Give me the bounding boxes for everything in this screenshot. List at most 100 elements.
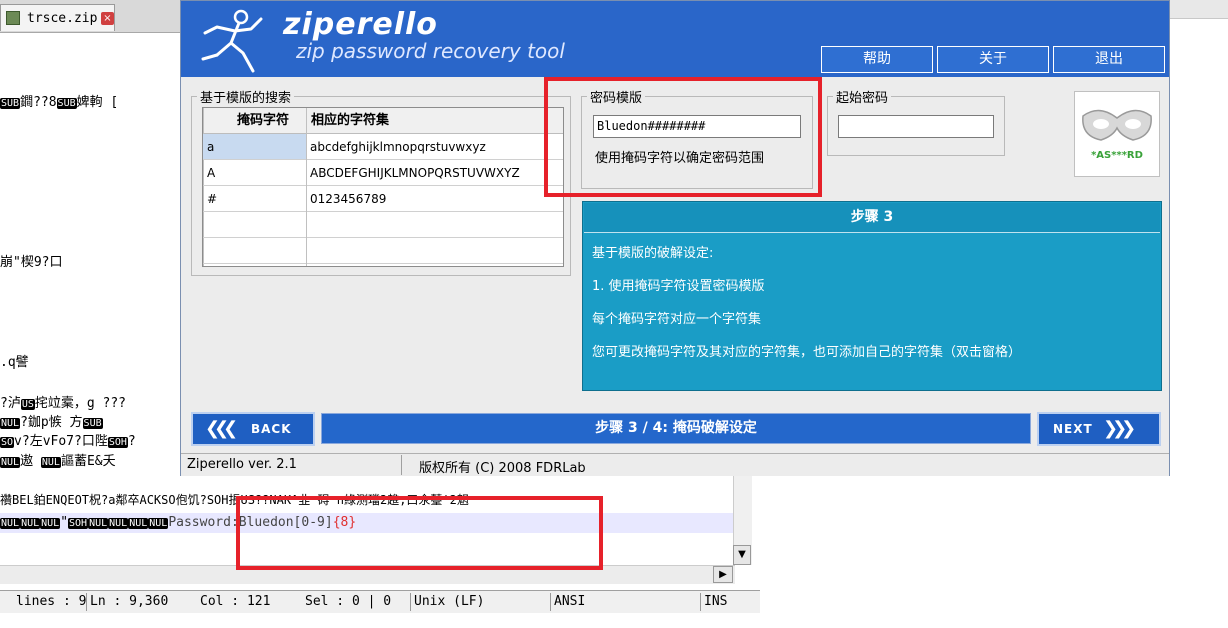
status-divider — [700, 593, 701, 611]
app-version: Ziperello ver. 2.1 — [187, 457, 297, 472]
step-line: 基于模版的破解设定: — [592, 246, 714, 261]
file-icon — [6, 11, 20, 25]
editor-status-bar: lines : 9 Ln : 9,360 Col : 121 Sel : 0 |… — [0, 590, 760, 613]
file-tab-label: trsce.zip — [27, 11, 98, 26]
status-eol: Unix (LF) — [414, 594, 485, 609]
status-selection: Sel : 0 | 0 — [305, 594, 392, 609]
control-char: NUL — [128, 518, 149, 529]
scroll-down-icon[interactable]: ▼ — [733, 545, 751, 565]
back-label: BACK — [251, 422, 292, 436]
background-window-bar — [1170, 0, 1228, 19]
status-divider — [550, 593, 551, 611]
line-text: v?左vFo7?口陛 — [14, 434, 108, 449]
template-search-label: 基于模版的搜索 — [197, 87, 295, 106]
table-cell-charset[interactable]: abcdefghijklmnopqrstuvwxyz — [307, 134, 563, 160]
help-button[interactable]: 帮助 — [821, 46, 933, 73]
control-char: NUL — [40, 518, 61, 529]
status-divider — [401, 455, 402, 475]
status-divider — [86, 593, 87, 611]
status-column: Col : 121 — [200, 594, 271, 609]
highlight-box-template — [544, 77, 822, 197]
column-header-mask[interactable]: 掩码字符 — [221, 108, 305, 133]
line-text: 婢軥 [ — [76, 95, 119, 110]
start-password-label: 起始密码 — [833, 87, 892, 106]
editor-line: NUL遨 NUL謳蓄E&夭 — [0, 453, 116, 471]
control-char: US — [20, 399, 35, 410]
control-char: NUL — [108, 518, 129, 529]
mask-badge: *AS***RD — [1074, 91, 1160, 177]
scroll-right-icon[interactable]: ▶ — [713, 566, 733, 583]
editor-line: SOv?左vFo7?口陛SOH? — [0, 433, 136, 451]
table-cell-mask[interactable]: A — [203, 160, 306, 186]
column-header-charset[interactable]: 相应的字符集 — [309, 108, 561, 133]
control-char: SUB — [56, 98, 77, 109]
background-window — [1170, 0, 1228, 628]
line-text: 鐧??8 — [20, 95, 57, 110]
status-lines: lines : 9 — [16, 594, 87, 609]
step-line: 每个掩码字符对应一个字符集 — [592, 312, 762, 327]
editor-line: NUL?鉫p愱 方SUB — [0, 414, 103, 432]
file-tab[interactable]: trsce.zip × — [0, 4, 115, 31]
control-char: NUL — [40, 457, 61, 468]
editor-line: SUB鐧??8SUB婢軥 [ — [0, 94, 118, 112]
step-line: 1. 使用掩码字符设置密码模版 — [592, 279, 765, 294]
control-char: NUL — [88, 518, 109, 529]
table-cell-charset[interactable]: 0123456789 — [307, 186, 563, 212]
mask-icon — [1082, 109, 1152, 141]
back-arrows-icon: ❮❮❮ — [205, 418, 238, 439]
table-cell-mask[interactable]: a — [203, 134, 306, 160]
start-password-input[interactable] — [838, 115, 994, 138]
next-arrows-icon: ❯❯❯ — [1103, 418, 1136, 439]
editor-line: 崩"楔9?口 — [0, 255, 63, 270]
line-text: ?鉫p愱 方 — [20, 415, 83, 430]
control-char: NUL — [0, 518, 21, 529]
control-char: SOH — [68, 518, 89, 529]
status-divider — [410, 593, 411, 611]
table-cell-mask[interactable] — [203, 238, 306, 264]
about-button[interactable]: 关于 — [937, 46, 1049, 73]
line-text: ?泸 — [0, 396, 21, 411]
control-char: NUL — [0, 418, 21, 429]
table-cell-mask[interactable] — [203, 212, 306, 238]
step-progress-bar: 步骤 3 / 4: 掩码破解设定 — [321, 413, 1031, 444]
line-text: ? — [127, 434, 136, 449]
mask-charset-table[interactable]: 掩码字符 相应的字符集 a abcdefghijklmnopqrstuvwxyz… — [202, 107, 564, 267]
next-button[interactable]: NEXT ❯❯❯ — [1037, 412, 1161, 446]
step-info-panel: 步骤 3 基于模版的破解设定: 1. 使用掩码字符设置密码模版 每个掩码字符对应… — [582, 201, 1162, 391]
step-line: 您可更改掩码字符及其对应的字符集，也可添加自己的字符集（双击窗格） — [592, 345, 1022, 360]
status-insert-mode: INS — [704, 594, 728, 609]
table-cell-charset[interactable] — [307, 212, 563, 238]
status-line-number: Ln : 9,360 — [90, 594, 169, 609]
status-encoding: ANSI — [554, 594, 586, 609]
line-text: 謳蓄E&夭 — [60, 454, 116, 469]
control-char: NUL — [148, 518, 169, 529]
control-char: NUL — [0, 457, 21, 468]
app-logo-title: ziperello — [283, 7, 438, 42]
table-cell-mask[interactable]: # — [203, 186, 306, 212]
app-status-bar: Ziperello ver. 2.1 版权所有 (C) 2008 FDRLab — [181, 453, 1169, 476]
line-text: 挓竝槖，g ??? — [34, 396, 127, 411]
line-text: 遨 — [20, 454, 41, 469]
table-cell-charset[interactable]: ABCDEFGHIJKLMNOPQRSTUVWXYZ — [307, 160, 563, 186]
app-copyright: 版权所有 (C) 2008 FDRLab — [419, 461, 586, 476]
close-tab-icon[interactable]: × — [101, 12, 114, 25]
control-char: SO — [0, 437, 15, 448]
control-char: SUB — [82, 418, 103, 429]
app-header: ziperello zip password recovery tool 帮助 … — [181, 1, 1169, 77]
ziperello-window: ziperello zip password recovery tool 帮助 … — [180, 0, 1170, 476]
control-char: SUB — [0, 98, 21, 109]
badge-text: *AS***RD — [1091, 150, 1143, 161]
highlight-box-password — [236, 496, 603, 570]
running-man-logo-icon — [201, 9, 263, 73]
step-title: 步骤 3 — [584, 203, 1160, 233]
table-cell-charset[interactable] — [307, 238, 563, 264]
control-char: SOH — [107, 437, 128, 448]
line-text: " — [60, 515, 69, 530]
app-logo-subtitle: zip password recovery tool — [296, 39, 565, 63]
back-button[interactable]: ❮❮❮ BACK — [191, 412, 315, 446]
next-label: NEXT — [1053, 422, 1093, 436]
control-char: NUL — [20, 518, 41, 529]
editor-line: .q譬 — [0, 355, 29, 370]
editor-line: ?泸US挓竝槖，g ??? — [0, 395, 126, 413]
exit-button[interactable]: 退出 — [1053, 46, 1165, 73]
